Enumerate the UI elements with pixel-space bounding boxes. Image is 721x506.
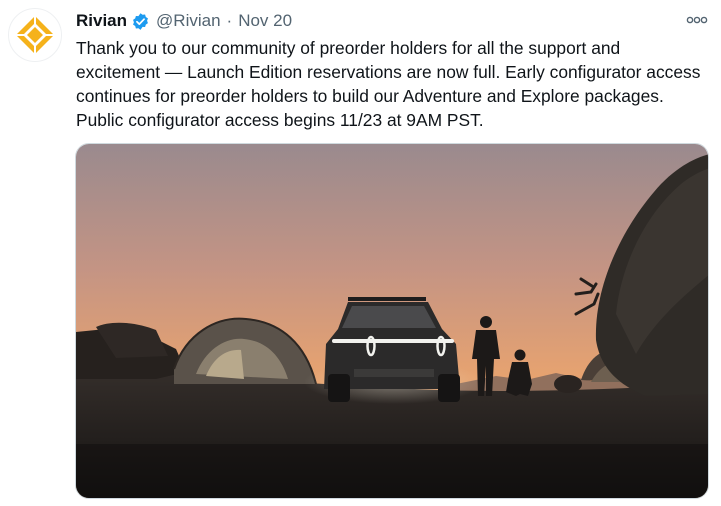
author-handle[interactable]: @Rivian <box>156 11 221 31</box>
more-options-icon <box>686 16 708 24</box>
tweet-photo[interactable] <box>75 143 709 499</box>
rivian-logo-icon <box>16 16 54 54</box>
separator-dot: · <box>226 11 233 30</box>
author-name[interactable]: Rivian <box>76 11 127 31</box>
tweet-header: Rivian @Rivian · Nov 20 <box>76 9 661 33</box>
tweet-text: Thank you to our community of preorder h… <box>76 38 701 130</box>
avatar[interactable] <box>8 8 62 62</box>
more-options-button[interactable] <box>685 10 709 30</box>
verified-badge-icon <box>131 12 150 31</box>
tweet-date[interactable]: Nov 20 <box>238 11 292 31</box>
